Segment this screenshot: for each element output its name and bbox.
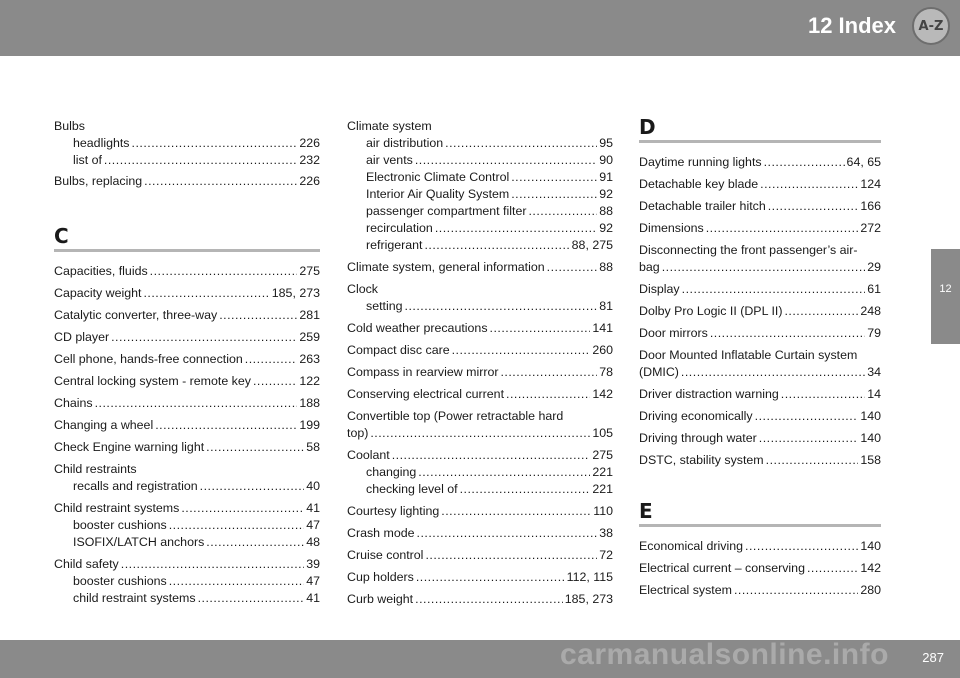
section-letter: D	[639, 115, 656, 139]
index-entry[interactable]: Chains188	[54, 395, 320, 412]
index-subentry[interactable]: booster cushions47	[54, 573, 320, 590]
index-subentry[interactable]: recalls and registration40	[54, 478, 320, 495]
index-subentry[interactable]: headlights226	[54, 135, 320, 152]
index-entry-wrapped-line: Disconnecting the front passenger’s air-	[639, 243, 858, 257]
chapter-title: 12 Index	[807, 13, 896, 38]
index-entry[interactable]: Cruise control72	[347, 547, 613, 564]
index-entry[interactable]: Cold weather precautions141	[347, 320, 613, 337]
index-entry[interactable]: Bulbs, replacing226	[54, 173, 320, 190]
page-header: 12 Index A-Z	[0, 0, 960, 56]
index-entry[interactable]: Conserving electrical current142	[347, 386, 613, 403]
index-entry[interactable]: Display61	[639, 281, 881, 298]
index-entry[interactable]: Changing a wheel199	[54, 417, 320, 434]
index-heading: Climate system	[347, 119, 432, 133]
index-column-2: Climate system air distribution95 air ve…	[347, 118, 613, 608]
index-heading: Bulbs	[54, 119, 85, 133]
index-entry[interactable]: Cup holders112, 115	[347, 569, 613, 586]
a-z-badge-label: A-Z	[918, 18, 944, 34]
index-subentry[interactable]: refrigerant88, 275	[347, 237, 613, 254]
section-rule	[639, 524, 881, 527]
index-entry[interactable]: Climate system, general information88	[347, 259, 613, 276]
index-entry[interactable]: Catalytic converter, three-way281	[54, 307, 320, 324]
index-subentry[interactable]: Interior Air Quality System92	[347, 186, 613, 203]
index-entry[interactable]: top)105	[347, 425, 613, 442]
index-subentry[interactable]: air vents90	[347, 152, 613, 169]
index-subentry[interactable]: checking level of221	[347, 481, 613, 498]
index-subentry[interactable]: setting81	[347, 298, 613, 315]
index-column-3: D Daytime running lights64, 65 Detachabl…	[639, 116, 881, 599]
watermark: carmanualsonline.info	[560, 638, 889, 671]
index-heading: Clock	[347, 282, 378, 296]
index-subentry[interactable]: booster cushions47	[54, 517, 320, 534]
index-subentry[interactable]: Electronic Climate Control91	[347, 169, 613, 186]
index-entry[interactable]: Courtesy lighting110	[347, 503, 613, 520]
index-entry[interactable]: Capacity weight185, 273	[54, 285, 320, 302]
index-subentry[interactable]: child restraint systems41	[54, 590, 320, 607]
index-subentry[interactable]: ISOFIX/LATCH anchors48	[54, 534, 320, 551]
section-rule	[54, 249, 320, 252]
index-entry[interactable]: Driving through water140	[639, 430, 881, 447]
index-subentry[interactable]: passenger compartment filter88	[347, 203, 613, 220]
index-entry[interactable]: Dolby Pro Logic II (DPL II)248	[639, 303, 881, 320]
index-entry[interactable]: Crash mode38	[347, 525, 613, 542]
index-entry[interactable]: Driving economically140	[639, 408, 881, 425]
index-entry-wrapped-line: Convertible top (Power retractable hard	[347, 409, 564, 423]
index-entry[interactable]: (DMIC)34	[639, 364, 881, 381]
section-rule	[639, 140, 881, 143]
index-entry[interactable]: Child safety39	[54, 556, 320, 573]
index-entry[interactable]: Cell phone, hands-free connection263	[54, 351, 320, 368]
index-entry[interactable]: Detachable key blade124	[639, 176, 881, 193]
chapter-tab-number: 12	[939, 283, 952, 295]
index-entry[interactable]: Door mirrors79	[639, 325, 881, 342]
letter-section-e: E	[639, 500, 881, 527]
index-entry[interactable]: Child restraint systems41	[54, 500, 320, 517]
index-entry[interactable]: Electrical current – conserving142	[639, 560, 881, 577]
index-column-1: Bulbs headlights226 list of232 Bulbs, re…	[54, 118, 320, 607]
index-entry[interactable]: Daytime running lights64, 65	[639, 154, 881, 171]
index-subentry[interactable]: changing221	[347, 464, 613, 481]
index-entry[interactable]: Dimensions272	[639, 220, 881, 237]
a-z-index-icon: A-Z	[912, 7, 950, 45]
index-entry[interactable]: bag29	[639, 259, 881, 276]
index-entry[interactable]: DSTC, stability system158	[639, 452, 881, 469]
index-subentry[interactable]: air distribution95	[347, 135, 613, 152]
index-entry[interactable]: Curb weight185, 273	[347, 591, 613, 608]
letter-section-d: D	[639, 116, 881, 143]
index-entry[interactable]: Driver distraction warning14	[639, 386, 881, 403]
index-subentry[interactable]: list of232	[54, 152, 320, 169]
index-entry[interactable]: Compass in rearview mirror78	[347, 364, 613, 381]
letter-section-c: C	[54, 225, 320, 252]
section-letter: C	[54, 224, 69, 248]
index-entry[interactable]: Detachable trailer hitch166	[639, 198, 881, 215]
index-entry-wrapped-line: Door Mounted Inflatable Curtain system	[639, 348, 858, 362]
page-number: 287	[922, 650, 944, 665]
index-entry[interactable]: Central locking system - remote key122	[54, 373, 320, 390]
index-entry[interactable]: Check Engine warning light58	[54, 439, 320, 456]
index-entry[interactable]: Economical driving140	[639, 538, 881, 555]
index-subentry[interactable]: recirculation92	[347, 220, 613, 237]
index-entry[interactable]: Coolant275	[347, 447, 613, 464]
index-heading: Child restraints	[54, 462, 137, 476]
index-entry[interactable]: Capacities, fluids275	[54, 263, 320, 280]
index-entry[interactable]: Electrical system280	[639, 582, 881, 599]
index-entry[interactable]: Compact disc care260	[347, 342, 613, 359]
chapter-side-tab: 12	[931, 249, 960, 344]
index-entry[interactable]: CD player259	[54, 329, 320, 346]
section-letter: E	[639, 499, 653, 523]
